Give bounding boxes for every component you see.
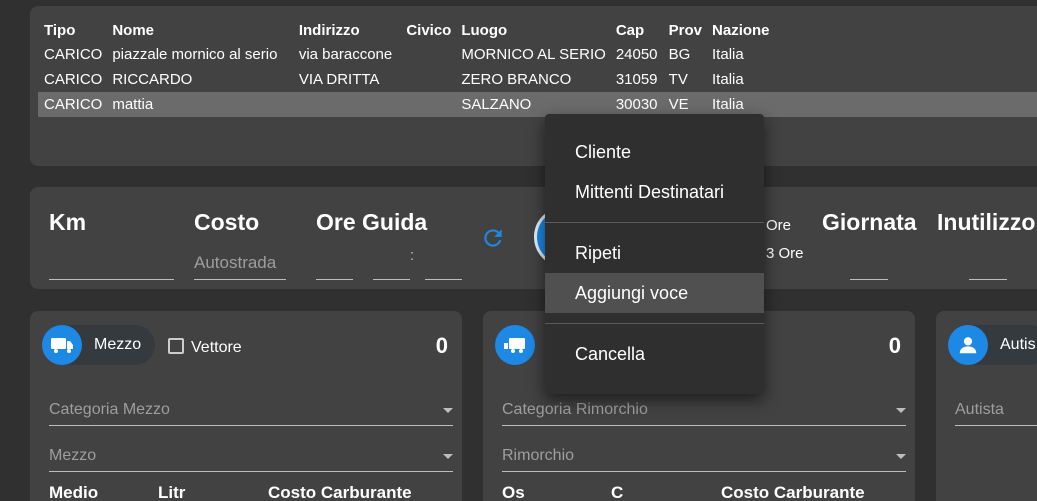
person-icon [948, 325, 988, 365]
col-indirizzo[interactable]: Indirizzo [293, 18, 400, 42]
chevron-down-icon [896, 408, 906, 413]
truck-icon [42, 325, 82, 365]
menu-item-mittenti-destinatari[interactable]: Mittenti Destinatari [545, 172, 764, 212]
menu-item-cliente[interactable]: Cliente [545, 132, 764, 172]
cell-indirizzo: VIA DRITTA [298, 71, 380, 88]
chevron-down-icon [443, 408, 453, 413]
cell-indirizzo [292, 92, 401, 117]
medio-label: Medio [49, 483, 99, 501]
menu-item-cancella[interactable]: Cancella [545, 334, 764, 374]
stops-table: Tipo Nome Indirizzo Civico Luogo Cap Pro… [38, 18, 1037, 117]
cell-tipo: CARICO [44, 71, 103, 88]
inutilizzo-label: Inutilizzo [937, 209, 1036, 235]
ore-guida-minutes-input[interactable] [373, 279, 410, 280]
menu-divider [545, 222, 764, 223]
cell-civico [400, 42, 455, 67]
ore-guida-label: Ore Guida [316, 209, 428, 235]
mezzo-label: Mezzo [49, 447, 97, 464]
table-row[interactable]: CARICO RICCARDO VIA DRITTA ZERO BRANCO 3… [38, 67, 1037, 92]
refresh-icon[interactable] [480, 225, 506, 251]
stops-panel: Tipo Nome Indirizzo Civico Luogo Cap Pro… [30, 6, 1037, 166]
cell-cap: 31059 [615, 71, 658, 88]
km-label: Km [49, 209, 87, 235]
autista-card: Autis Autista [936, 311, 1037, 501]
cell-luogo: ZERO BRANCO [461, 71, 572, 88]
table-row[interactable]: CARICO piazzale mornico al serio via bar… [38, 42, 1037, 67]
table-header-row: Tipo Nome Indirizzo Civico Luogo Cap Pro… [38, 18, 1037, 42]
inutilizzo-input[interactable] [969, 279, 1007, 280]
rimorchio-count: 0 [888, 333, 901, 358]
costo-carburante-label: Costo Carburante [721, 483, 865, 501]
col-tipo[interactable]: Tipo [38, 18, 106, 42]
cell-civico [400, 92, 456, 117]
os-label: Os [502, 483, 525, 501]
chevron-down-icon [443, 454, 453, 459]
col-luogo[interactable]: Luogo [455, 18, 609, 42]
cell-luogo: MORNICO AL SERIO [461, 46, 606, 63]
autista-label: Autista [955, 401, 1004, 418]
summary-panel: Km Costo Autostrada Ore Guida : Ore 3 Or… [30, 187, 1037, 289]
menu-item-aggiungi-voce[interactable]: Aggiungi voce [545, 273, 764, 313]
cell-cap: 24050 [615, 46, 658, 63]
cell-tipo: CARICO [38, 92, 107, 117]
mezzo-count: 0 [435, 333, 448, 358]
litri-label: Litr [158, 483, 186, 501]
ore-guida-hours-input[interactable] [316, 279, 353, 280]
ore-label: Ore [766, 217, 792, 234]
autista-select[interactable]: Autista [955, 401, 1037, 426]
cell-civico [400, 67, 455, 92]
rimorchio-chip[interactable] [495, 325, 535, 365]
cell-nazione: Italia [712, 71, 744, 88]
menu-item-ripeti[interactable]: Ripeti [545, 233, 764, 273]
ore-value: 3 Ore [766, 245, 804, 262]
cell-tipo: CARICO [44, 46, 103, 63]
ore-guida-extra-input[interactable] [425, 279, 462, 280]
menu-divider [545, 323, 764, 324]
context-menu: Cliente Mittenti Destinatari Ripeti Aggi… [545, 114, 764, 394]
trailer-icon [495, 325, 535, 365]
cell-nome: mattia [106, 92, 293, 117]
c-label: C [611, 483, 624, 501]
costo-label: Costo [194, 209, 260, 235]
mezzo-select[interactable]: Mezzo [49, 447, 453, 472]
rimorchio-select[interactable]: Rimorchio [502, 447, 906, 472]
vettore-label: Vettore [191, 339, 242, 356]
cell-prov: BG [668, 46, 691, 63]
autista-chip[interactable]: Autis [948, 325, 1037, 365]
autostrada-underline [194, 279, 286, 280]
table-row-selected[interactable]: CARICO mattia SALZANO 30030 VE Italia [38, 92, 1037, 117]
col-prov[interactable]: Prov [663, 18, 706, 42]
mezzo-chip-label: Mezzo [94, 336, 142, 353]
cell-nazione: Italia [712, 46, 744, 63]
cell-indirizzo: via baraccone [298, 46, 393, 63]
categoria-rimorchio-label: Categoria Rimorchio [502, 401, 648, 418]
cell-prov: TV [668, 71, 688, 88]
cell-nome: piazzale mornico al serio [112, 46, 278, 63]
chevron-down-icon [896, 454, 906, 459]
categoria-mezzo-label: Categoria Mezzo [49, 401, 170, 418]
col-nazione[interactable]: Nazione [706, 18, 1037, 42]
mezzo-chip[interactable]: Mezzo [42, 325, 156, 365]
mezzo-card: Mezzo Vettore 0 Categoria Mezzo Mezzo Me… [30, 311, 462, 501]
km-input[interactable] [49, 279, 174, 280]
rimorchio-label: Rimorchio [502, 447, 575, 464]
autista-chip-label: Autis [1000, 336, 1036, 353]
giornata-label: Giornata [822, 209, 917, 235]
col-cap[interactable]: Cap [610, 18, 663, 42]
ore-value-number: 3 [766, 245, 775, 262]
cell-nome: RICCARDO [112, 71, 193, 88]
col-nome[interactable]: Nome [106, 18, 293, 42]
autostrada-input[interactable]: Autostrada [194, 253, 276, 273]
costo-carburante-label: Costo Carburante [268, 483, 412, 501]
time-separator: : [410, 247, 415, 264]
vettore-checkbox[interactable] [168, 338, 184, 354]
ore-value-unit: Ore [778, 245, 804, 262]
col-civico[interactable]: Civico [400, 18, 455, 42]
giornata-input[interactable] [850, 279, 888, 280]
categoria-mezzo-select[interactable]: Categoria Mezzo [49, 401, 453, 426]
categoria-rimorchio-select[interactable]: Categoria Rimorchio [502, 401, 906, 426]
